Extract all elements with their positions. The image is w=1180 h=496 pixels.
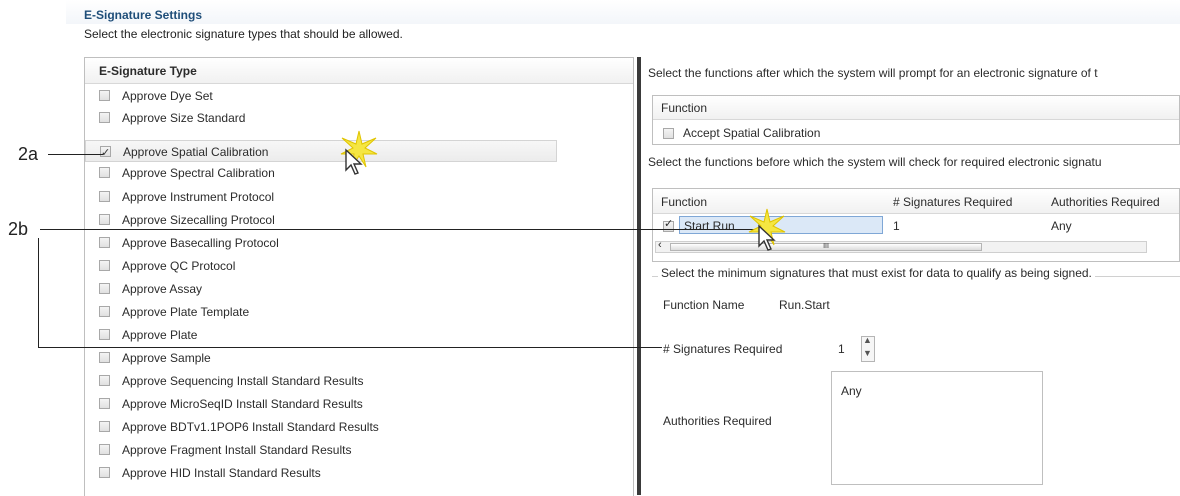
list-item-label: Approve Spectral Calibration	[122, 166, 275, 180]
callout-label-2b: 2b	[8, 219, 29, 239]
list-item-label: Approve HID Install Standard Results	[122, 466, 321, 480]
list-item-label: Approve Basecalling Protocol	[122, 236, 279, 250]
authorities-list-item[interactable]: Any	[841, 384, 862, 398]
list-item[interactable]: Approve Instrument Protocol	[85, 186, 633, 208]
authorities-required-label: Authorities Required	[663, 414, 772, 428]
list-item[interactable]: Approve Sizecalling Protocol	[85, 209, 633, 231]
list-item[interactable]: Approve Fragment Install Standard Result…	[85, 439, 633, 461]
callout-line-2b	[40, 229, 758, 230]
table-header: Function # Signatures Required Authoriti…	[653, 189, 1179, 214]
checkbox[interactable]	[99, 214, 110, 225]
horizontal-scrollbar[interactable]: ‹ III	[655, 239, 1147, 253]
callout-line-2b-vertical	[38, 238, 39, 348]
list-item-label: Approve Plate	[122, 328, 198, 342]
list-item[interactable]: Approve MicroSeqID Install Standard Resu…	[85, 393, 633, 415]
authorities-list[interactable]: Any	[831, 371, 1043, 485]
checkbox[interactable]	[99, 352, 110, 363]
list-item-selected[interactable]: Approve Spatial Calibration	[85, 140, 557, 164]
group-legend: Select the minimum signatures that must …	[658, 266, 1095, 280]
before-functions-table: Function # Signatures Required Authoriti…	[652, 188, 1180, 262]
column-header-function: Function	[661, 195, 708, 209]
list-item-label: Approve Size Standard	[122, 111, 246, 125]
checkbox[interactable]	[99, 467, 110, 478]
scroll-thumb[interactable]: III	[670, 243, 982, 251]
stepper-down-icon[interactable]: ▼	[863, 348, 872, 358]
list-item[interactable]: Approve Basecalling Protocol	[85, 232, 633, 254]
list-item-label: Approve Sizecalling Protocol	[122, 213, 275, 227]
list-item[interactable]: Approve BDTv1.1POP6 Install Standard Res…	[85, 416, 633, 438]
checkbox[interactable]	[99, 444, 110, 455]
panel-splitter[interactable]	[637, 57, 641, 495]
list-item-label: Approve Dye Set	[122, 89, 213, 103]
list-item[interactable]: Approve HID Install Standard Results	[85, 462, 633, 484]
mouse-pointer-icon	[345, 148, 363, 175]
signatures-required-label: # Signatures Required	[663, 342, 783, 356]
list-item[interactable]: Approve Size Standard	[85, 107, 633, 129]
column-header-function: Function	[653, 96, 1179, 120]
signatures-stepper[interactable]: ▲ ▼	[861, 335, 875, 362]
list-item-label: Approve Assay	[122, 282, 203, 296]
list-item-label: Approve Instrument Protocol	[122, 190, 275, 204]
function-label: Accept Spatial Calibration	[683, 126, 821, 140]
stepper-up-icon[interactable]: ▲	[863, 335, 872, 345]
checkbox[interactable]	[99, 306, 110, 317]
signatures-cell: 1	[893, 219, 900, 233]
list-item-label: Approve Plate Template	[122, 305, 250, 319]
signatures-required-value[interactable]: 1	[838, 342, 845, 356]
table-row[interactable]: ✓ Start Run 1 Any	[653, 215, 1179, 237]
list-item-label: Approve Fragment Install Standard Result…	[122, 443, 352, 457]
function-name-value: Run.Start	[779, 298, 830, 312]
after-functions-prompt: Select the functions after which the sys…	[648, 66, 1098, 80]
list-item[interactable]: Approve Sequencing Install Standard Resu…	[85, 370, 633, 392]
function-name-label: Function Name	[663, 298, 745, 312]
list-item[interactable]: Approve Plate Template	[85, 301, 633, 323]
callout-line-2b-bottom	[38, 347, 662, 348]
checkbox[interactable]	[99, 90, 110, 101]
checkbox[interactable]	[99, 421, 110, 432]
checkbox[interactable]	[99, 167, 110, 178]
checkbox[interactable]	[99, 329, 110, 340]
checkbox[interactable]	[663, 128, 674, 139]
list-item-label: Approve BDTv1.1POP6 Install Standard Res…	[122, 420, 379, 434]
header-band	[66, 0, 1180, 24]
checkbox[interactable]	[99, 260, 110, 271]
checkbox[interactable]	[99, 112, 110, 123]
checkbox-checked[interactable]: ✓	[663, 218, 674, 232]
section-title: E-Signature Settings	[84, 8, 203, 22]
checkbox[interactable]	[100, 142, 111, 164]
before-functions-prompt: Select the functions before which the sy…	[648, 155, 1102, 169]
list-item-label: Approve MicroSeqID Install Standard Resu…	[122, 397, 363, 411]
checkbox[interactable]	[99, 375, 110, 386]
list-item[interactable]: Approve Assay	[85, 278, 633, 300]
checkbox[interactable]	[99, 191, 110, 202]
list-item[interactable]: Approve QC Protocol	[85, 255, 633, 277]
scroll-left-arrow-icon[interactable]: ‹	[658, 239, 662, 251]
checkbox[interactable]	[99, 398, 110, 409]
after-functions-table: Function Accept Spatial Calibration	[652, 95, 1180, 145]
list-item-label: Approve Sample	[122, 351, 211, 365]
section-subtitle: Select the electronic signature types th…	[84, 27, 403, 41]
table-row[interactable]: Accept Spatial Calibration	[653, 122, 1179, 144]
list-item-label: Approve Spatial Calibration	[123, 145, 269, 159]
list-item[interactable]: Approve Dye Set	[85, 85, 633, 107]
list-item-label: Approve QC Protocol	[122, 259, 236, 273]
mouse-pointer-icon	[758, 224, 776, 251]
list-item-label: Approve Sequencing Install Standard Resu…	[122, 374, 364, 388]
callout-label-2a: 2a	[18, 144, 39, 164]
list-item[interactable]: Approve Plate	[85, 324, 633, 346]
esignature-type-list: E-Signature Type Approve Dye Set Approve…	[84, 57, 634, 496]
callout-line-2a	[48, 154, 103, 155]
column-header-signatures: # Signatures Required	[893, 195, 1013, 209]
list-item[interactable]: Approve Sample	[85, 347, 633, 369]
column-header-esignature-type: E-Signature Type	[85, 58, 633, 84]
checkbox[interactable]	[99, 237, 110, 248]
checkbox[interactable]	[99, 283, 110, 294]
authorities-cell: Any	[1051, 219, 1072, 233]
column-header-authorities: Authorities Required	[1051, 195, 1160, 209]
